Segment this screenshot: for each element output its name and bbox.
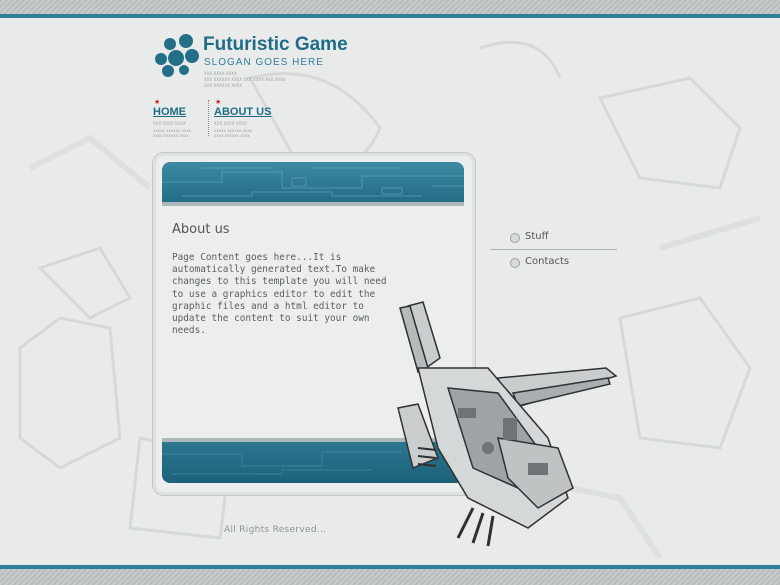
site-title[interactable]: Futuristic Game <box>203 34 348 56</box>
nav-sub-text: XXX XXXX XXXX <box>153 121 186 126</box>
logo-icon <box>155 34 199 77</box>
panel-header-graphic <box>162 162 464 202</box>
star-icon: ★ <box>154 98 161 106</box>
nav-link-home[interactable]: HOME <box>153 106 186 118</box>
nav-sub-text: xxxx xxxxxx xxxx <box>153 133 189 138</box>
bottom-stripe <box>0 569 780 585</box>
logo-tagline-line: XXX XXXXXX XXXX XXX XXXX XXX XXXX <box>204 77 286 82</box>
star-icon: ★ <box>215 98 222 106</box>
nav-divider <box>208 100 209 136</box>
panel-header-divider <box>162 202 464 206</box>
footer-copyright: All Rights Reserved... <box>224 525 327 535</box>
nav-sub-text: XXX XXXX XXXX <box>214 121 247 126</box>
bullet-icon <box>510 233 520 243</box>
circuit-pattern <box>162 167 464 197</box>
page-content-text: Page Content goes here...It is automatic… <box>172 252 387 337</box>
site-slogan: SLOGAN GOES HERE <box>204 57 324 68</box>
sidebar-item-label[interactable]: Contacts <box>525 256 569 267</box>
sidebar-item-label[interactable]: Stuff <box>525 231 549 242</box>
sidebar-divider <box>490 249 617 250</box>
bullet-icon <box>510 258 520 268</box>
logo-tagline-line: XXX XXXX XXXX <box>204 71 237 76</box>
page-title: About us <box>172 222 230 237</box>
spaceship-illustration <box>397 301 618 547</box>
logo-tagline-line: XXX XXXXXX XXXX <box>204 83 243 88</box>
nav-link-about-us[interactable]: ABOUT US <box>214 106 271 118</box>
nav-sub-text: xxxx xxxxxx xxxx <box>214 133 250 138</box>
top-stripe <box>0 0 780 14</box>
